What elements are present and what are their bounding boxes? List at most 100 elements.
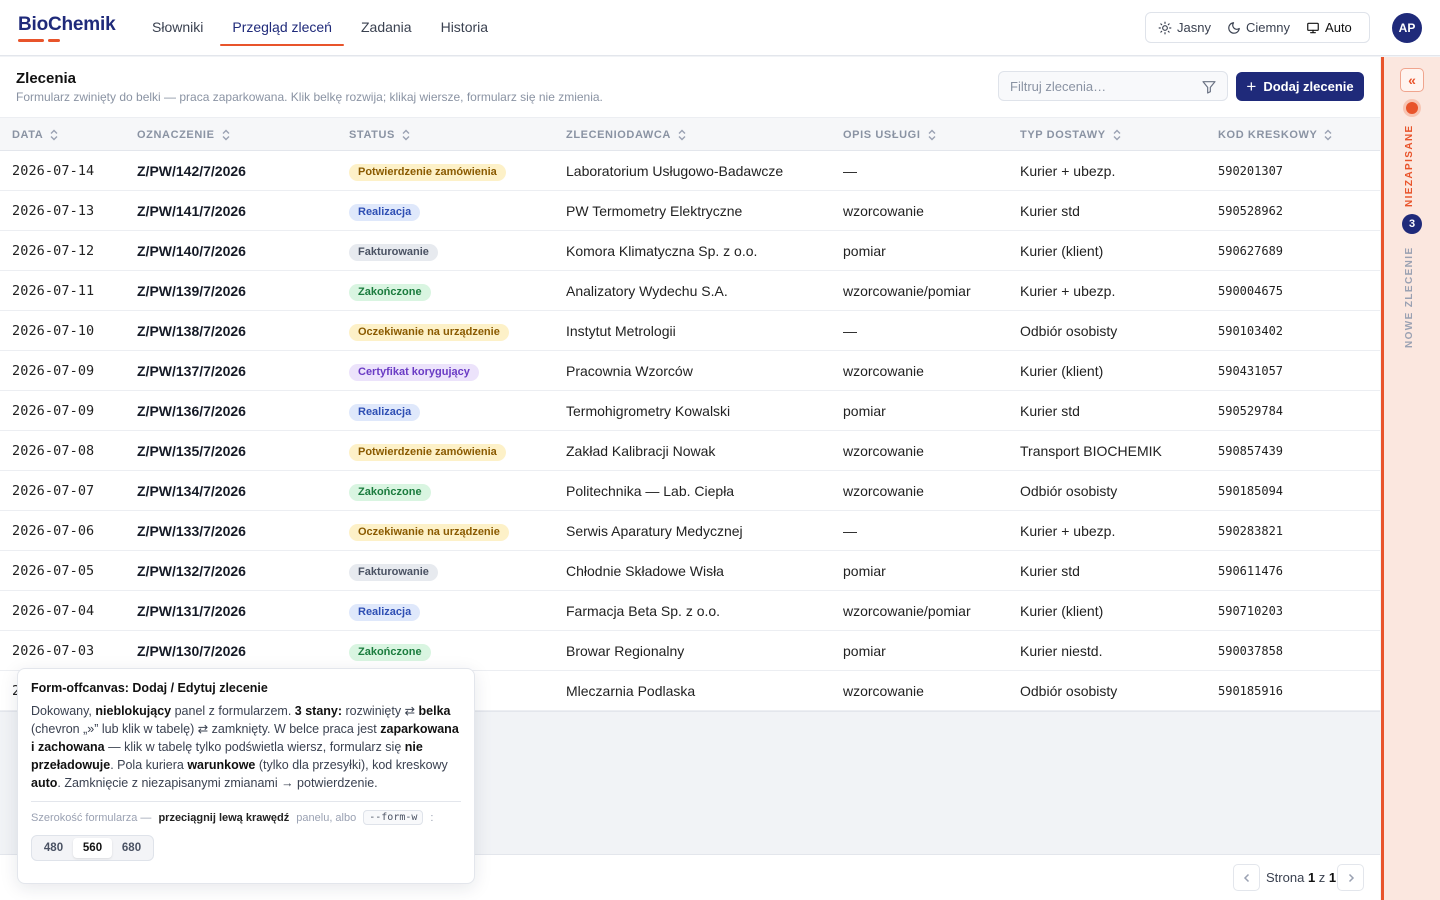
table-row[interactable]: 2026-07-09 Z/PW/136/7/2026 Realizacja Termo… bbox=[0, 391, 1380, 431]
cell-client: Serwis Aparatury Medycznej bbox=[566, 523, 743, 539]
cell-date: 2026-07-04 bbox=[12, 603, 95, 619]
status-badge: Fakturowanie bbox=[349, 563, 438, 581]
cell-client: Instytut Metrologii bbox=[566, 323, 676, 339]
cell-status: Oczekiwanie na urządzenie bbox=[349, 511, 509, 551]
cell-code: Z/PW/138/7/2026 bbox=[137, 323, 246, 339]
add-order-button[interactable]: + Dodaj zlecenie bbox=[1236, 72, 1364, 101]
app-logo[interactable]: BioChemik bbox=[18, 14, 116, 36]
cell-client: Zakład Kalibracji Nowak bbox=[566, 443, 716, 459]
column-header-code[interactable]: Oznaczenie bbox=[137, 118, 230, 152]
cell-status: Certyfikat korygujący bbox=[349, 351, 479, 391]
cell-status: Potwierdzenie zamówienia bbox=[349, 431, 506, 471]
cell-client: Analizatory Wydechu S.A. bbox=[566, 283, 728, 299]
sort-icon bbox=[222, 129, 229, 141]
table-row[interactable]: 2026-07-14 Z/PW/142/7/2026 Potwierdzenie z… bbox=[0, 151, 1380, 191]
theme-option-light[interactable]: Jasny bbox=[1150, 15, 1219, 40]
cell-client: Browar Regionalny bbox=[566, 643, 685, 659]
chevron-right-icon bbox=[1348, 873, 1354, 882]
column-header-date[interactable]: Data bbox=[12, 118, 58, 152]
collapsed-form-strip[interactable]: « Niezapisane 3 Nowe zlecenie bbox=[1381, 57, 1440, 900]
table-row[interactable]: 2026-07-09 Z/PW/137/7/2026 Certyfikat kory… bbox=[0, 351, 1380, 391]
column-header-description[interactable]: Opis usługi bbox=[843, 118, 936, 152]
user-avatar[interactable]: AP bbox=[1392, 13, 1422, 43]
theme-option-auto[interactable]: Auto bbox=[1298, 15, 1360, 40]
cell-barcode: 590283821 bbox=[1218, 524, 1284, 538]
table-body: 2026-07-14 Z/PW/142/7/2026 Potwierdzenie z… bbox=[0, 151, 1380, 711]
column-label: Status bbox=[349, 129, 395, 141]
width-option-680[interactable]: 680 bbox=[112, 838, 151, 858]
cell-delivery: Kurier (klient) bbox=[1020, 603, 1104, 619]
table-row[interactable]: 2026-07-12 Z/PW/140/7/2026 Fakturowanie Kom… bbox=[0, 231, 1380, 271]
page-subtitle: Formularz zwinięty do belki — praca zapa… bbox=[16, 90, 603, 104]
cell-status: Zakończone bbox=[349, 471, 431, 511]
cell-barcode: 590037858 bbox=[1218, 644, 1284, 658]
cell-code: Z/PW/130/7/2026 bbox=[137, 643, 246, 659]
cell-description: — bbox=[843, 523, 857, 539]
sun-icon bbox=[1158, 21, 1172, 34]
cell-barcode: 590611476 bbox=[1218, 564, 1284, 578]
width-option-560[interactable]: 560 bbox=[73, 838, 112, 858]
column-header-status[interactable]: Status bbox=[349, 118, 410, 152]
cell-barcode: 590431057 bbox=[1218, 364, 1284, 378]
table-row[interactable]: 2026-07-06 Z/PW/133/7/2026 Oczekiwanie na … bbox=[0, 511, 1380, 551]
table-row[interactable]: 2026-07-13 Z/PW/141/7/2026 Realizacja PW Te… bbox=[0, 191, 1380, 231]
logo-underline bbox=[18, 39, 44, 42]
cell-code: Z/PW/133/7/2026 bbox=[137, 523, 246, 539]
nav-item-przeglad-zlecen[interactable]: Przegląd zleceń bbox=[220, 0, 344, 56]
prev-page-button[interactable] bbox=[1233, 864, 1260, 891]
cell-status: Realizacja bbox=[349, 191, 421, 231]
nav-item-zadania[interactable]: Zadania bbox=[349, 0, 424, 56]
cell-description: — bbox=[843, 163, 857, 179]
cell-description: wzorcowanie bbox=[843, 203, 924, 219]
cell-description: wzorcowanie bbox=[843, 683, 924, 699]
page-separator: z bbox=[1318, 870, 1326, 885]
column-label: Kod kreskowy bbox=[1218, 129, 1318, 141]
status-badge: Potwierdzenie zamówienia bbox=[349, 443, 506, 461]
table-row[interactable]: 2026-07-11 Z/PW/139/7/2026 Zakończone Anali… bbox=[0, 271, 1380, 311]
form-width-hint: Szerokość formularza — przeciągnij lewą … bbox=[31, 810, 461, 825]
cell-delivery: Kurier std bbox=[1020, 203, 1080, 219]
table-row[interactable]: 2026-07-03 Z/PW/130/7/2026 Zakończone Browa… bbox=[0, 631, 1380, 671]
theme-option-dark[interactable]: Ciemny bbox=[1219, 15, 1298, 40]
next-page-button[interactable] bbox=[1337, 864, 1364, 891]
cell-date: 2026-07-13 bbox=[12, 203, 95, 219]
new-order-label: Nowe zlecenie bbox=[1404, 243, 1420, 348]
filter-icon[interactable] bbox=[1201, 79, 1217, 100]
cell-delivery: Kurier (klient) bbox=[1020, 363, 1104, 379]
nav-item-slowniki[interactable]: Słowniki bbox=[140, 0, 215, 56]
monitor-icon bbox=[1307, 22, 1319, 33]
cell-date: 2026-07-05 bbox=[12, 563, 95, 579]
column-header-client[interactable]: Zleceniodawca bbox=[566, 118, 686, 152]
cell-client: Politechnika — Lab. Ciepła bbox=[566, 483, 735, 499]
nav-item-historia[interactable]: Historia bbox=[429, 0, 500, 56]
sort-icon bbox=[50, 129, 58, 141]
cell-description: wzorcowanie/pomiar bbox=[843, 603, 971, 619]
width-option-480[interactable]: 480 bbox=[34, 838, 73, 858]
page-total: 1 bbox=[1328, 870, 1337, 885]
table-row[interactable]: 2026-07-04 Z/PW/131/7/2026 Realizacja Farma… bbox=[0, 591, 1380, 631]
expand-form-button[interactable]: « bbox=[1400, 68, 1424, 92]
cell-description: wzorcowanie bbox=[843, 363, 924, 379]
table-row[interactable]: 2026-07-08 Z/PW/135/7/2026 Potwierdzenie z… bbox=[0, 431, 1380, 471]
top-bar: BioChemik Słowniki Przegląd zleceń Zadan… bbox=[0, 0, 1440, 56]
column-header-barcode[interactable]: Kod kreskowy bbox=[1218, 118, 1332, 152]
cell-description: pomiar bbox=[843, 643, 886, 659]
sort-icon bbox=[1324, 129, 1332, 141]
status-badge: Oczekiwanie na urządzenie bbox=[349, 523, 509, 541]
table-row[interactable]: 2026-07-07 Z/PW/134/7/2026 Zakończone Polit… bbox=[0, 471, 1380, 511]
cell-barcode: 590627689 bbox=[1218, 244, 1284, 258]
cell-client: Komora Klimatyczna Sp. z o.o. bbox=[566, 243, 758, 259]
cell-client: Pracownia Wzorców bbox=[566, 363, 693, 379]
info-card: Form-offcanvas: Dodaj / Edytuj zlecenie … bbox=[17, 668, 475, 884]
cell-barcode: 590004675 bbox=[1218, 284, 1284, 298]
cell-description: pomiar bbox=[843, 563, 886, 579]
page-title: Zlecenia bbox=[16, 70, 77, 87]
column-header-delivery[interactable]: Typ dostawy bbox=[1020, 118, 1121, 152]
width-hint-mid: panelu, albo bbox=[296, 811, 357, 824]
new-order-label-text: Nowe zlecenie bbox=[1404, 246, 1415, 348]
cell-client: PW Termometry Elektryczne bbox=[566, 203, 743, 219]
form-width-selector: 480 560 680 bbox=[31, 835, 154, 861]
table-row[interactable]: 2026-07-05 Z/PW/132/7/2026 Fakturowanie Chł… bbox=[0, 551, 1380, 591]
table-row[interactable]: 2026-07-10 Z/PW/138/7/2026 Oczekiwanie na … bbox=[0, 311, 1380, 351]
filter-input[interactable] bbox=[999, 72, 1189, 100]
